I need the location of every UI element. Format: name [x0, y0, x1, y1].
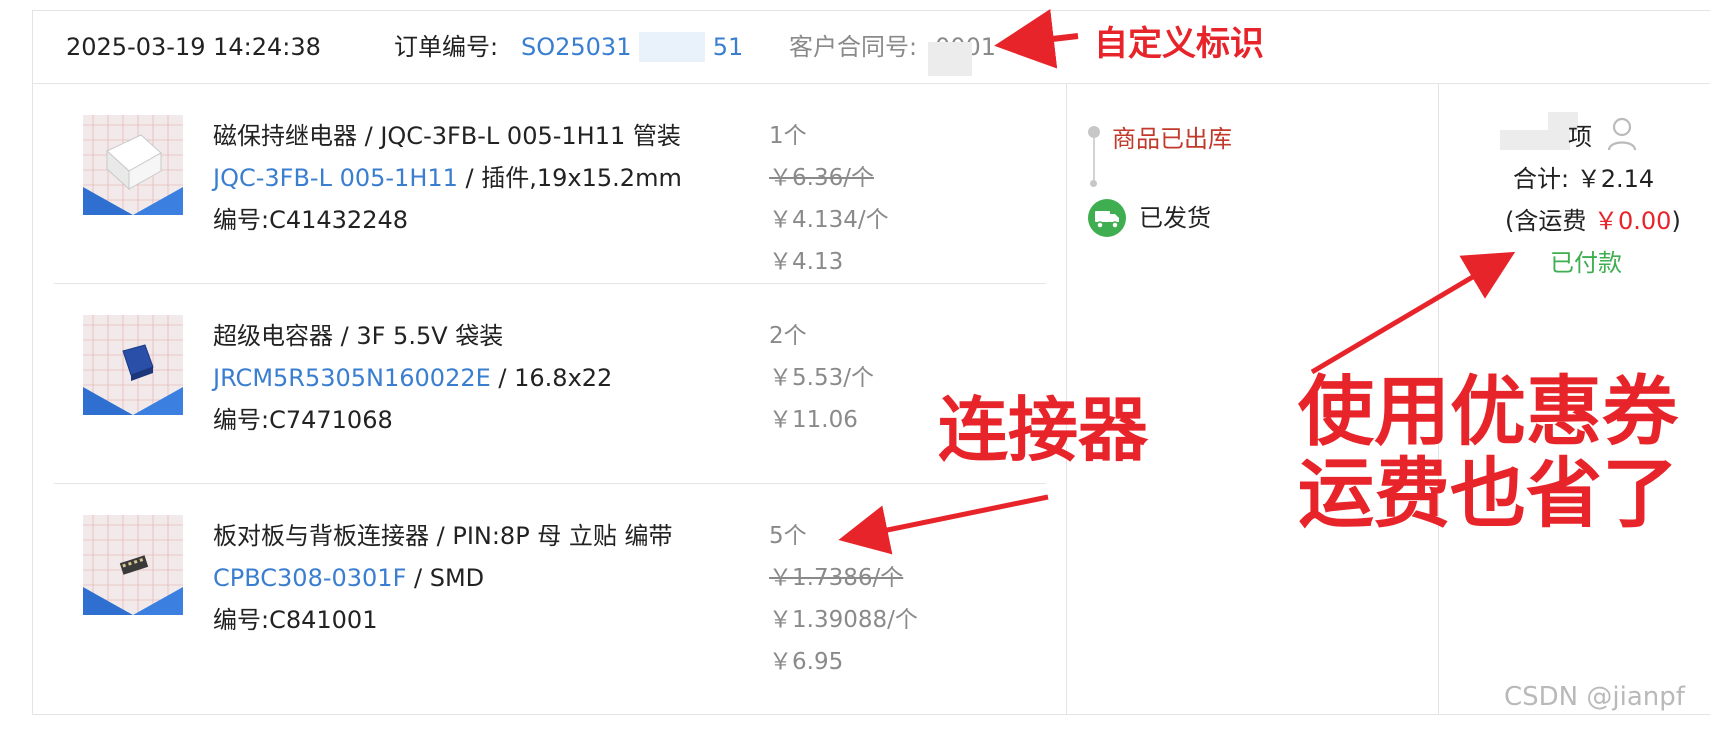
arrow-to-quantity [838, 494, 1049, 555]
watermark: CSDN @jianpf [1504, 682, 1685, 712]
arrow-to-payment [1310, 251, 1516, 375]
arrow-to-contract [994, 9, 1079, 69]
annotation-arrows [838, 9, 1516, 555]
